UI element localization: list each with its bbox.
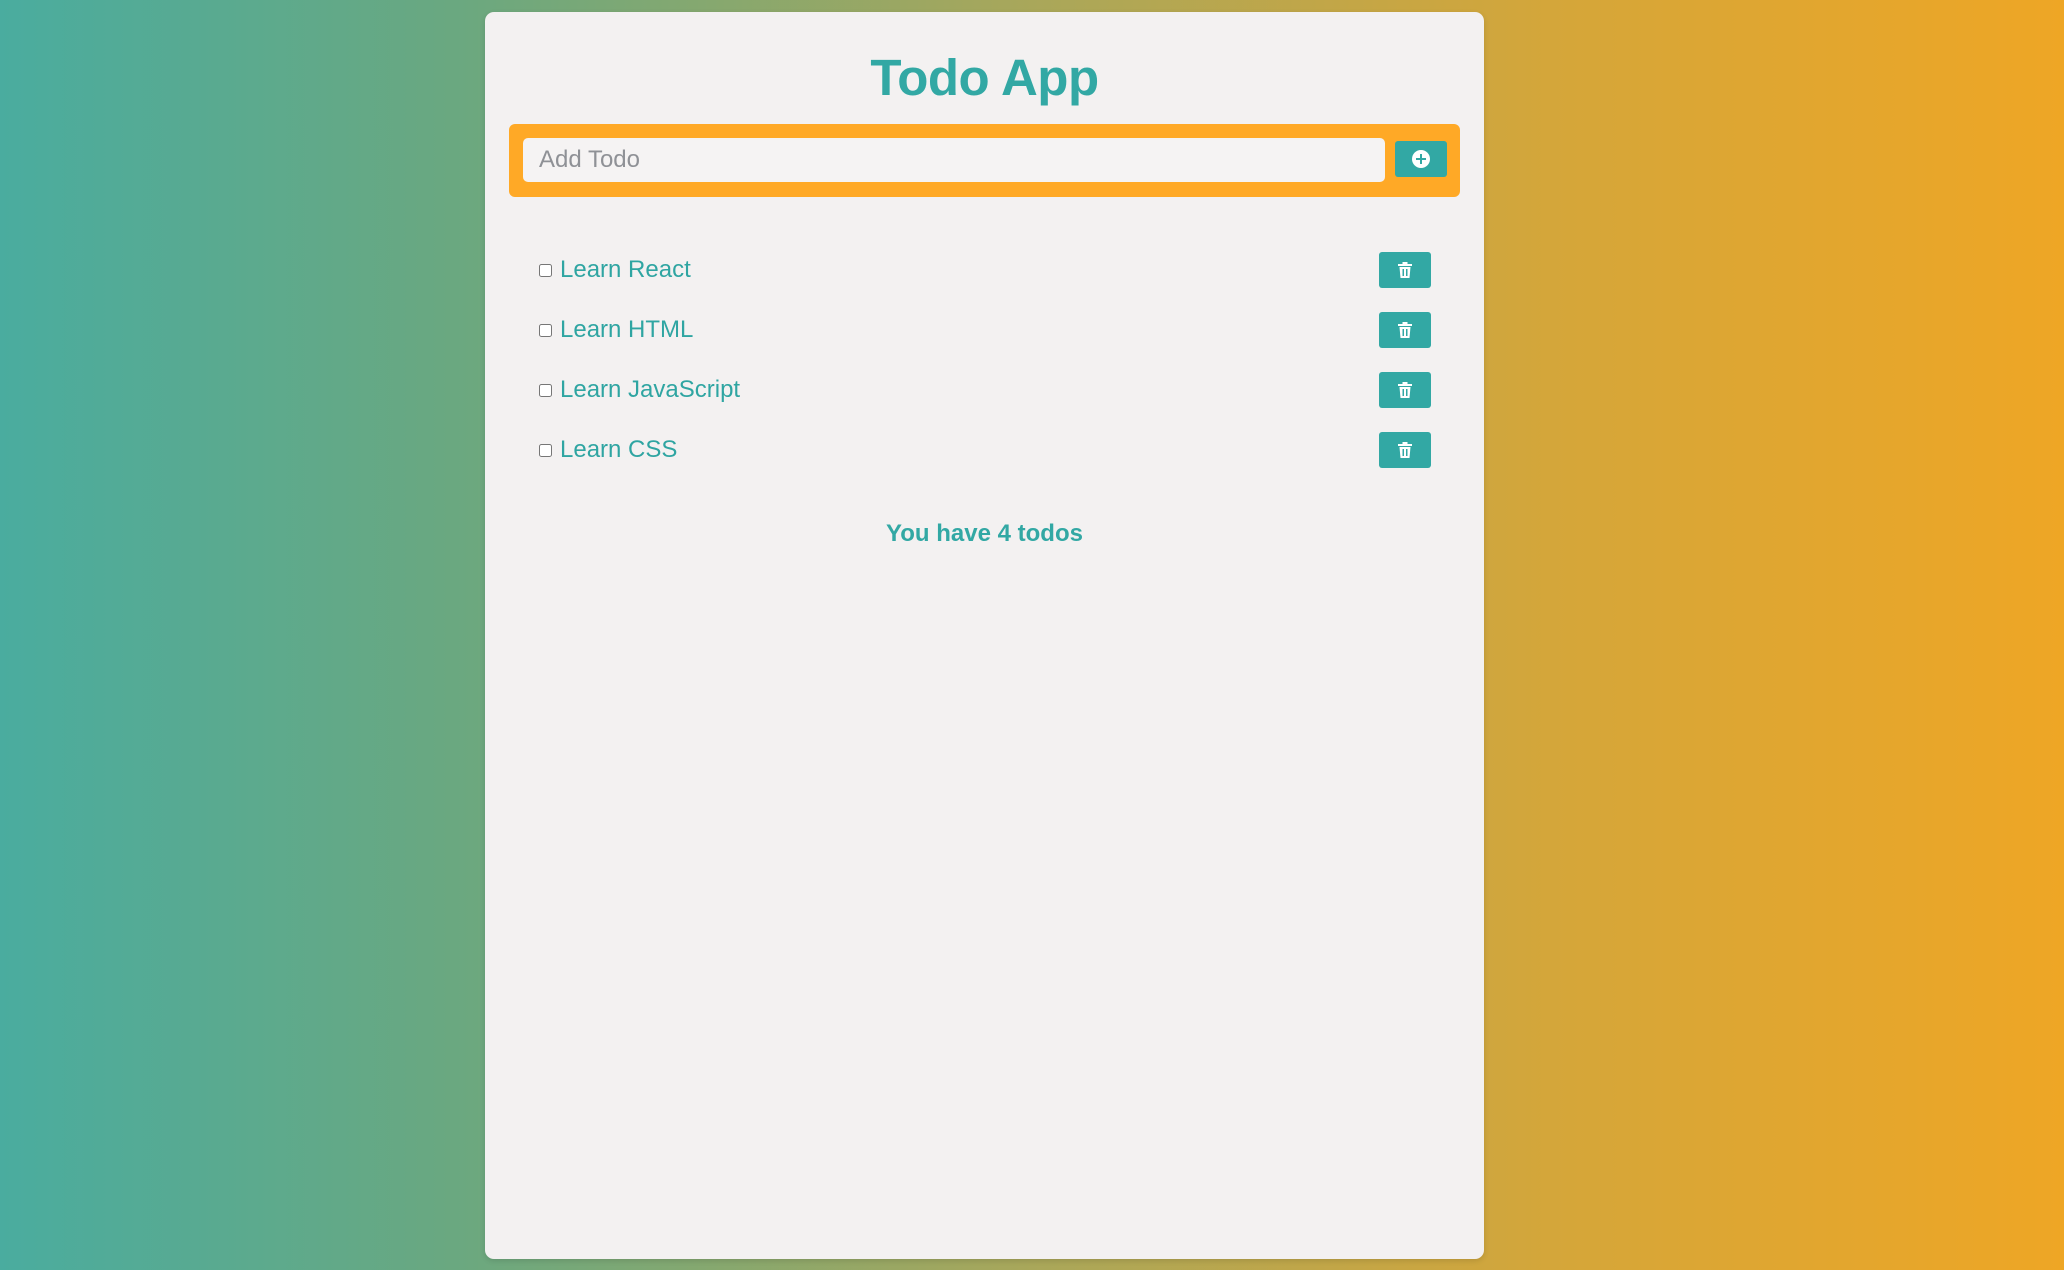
plus-circle-icon bbox=[1412, 150, 1430, 168]
todo-text: Learn React bbox=[560, 256, 691, 283]
todo-item: Learn JavaScript bbox=[539, 360, 1431, 420]
trash-icon bbox=[1398, 262, 1412, 278]
delete-todo-button[interactable] bbox=[1379, 372, 1431, 408]
todo-text: Learn HTML bbox=[560, 316, 694, 343]
todo-text: Learn CSS bbox=[560, 436, 678, 463]
delete-todo-button[interactable] bbox=[1379, 432, 1431, 468]
todo-checkbox[interactable] bbox=[539, 263, 552, 277]
delete-todo-button[interactable] bbox=[1379, 252, 1431, 288]
todo-item: Learn CSS bbox=[539, 420, 1431, 480]
delete-todo-button[interactable] bbox=[1379, 312, 1431, 348]
trash-icon bbox=[1398, 382, 1412, 398]
add-todo-input[interactable] bbox=[523, 138, 1385, 182]
todo-card: Todo App Learn React bbox=[485, 12, 1484, 1259]
todo-checkbox[interactable] bbox=[539, 443, 552, 457]
todo-checkbox[interactable] bbox=[539, 323, 552, 337]
todo-list: Learn React Learn HTML Learn JavaScript … bbox=[539, 240, 1431, 480]
add-todo-button[interactable] bbox=[1395, 141, 1447, 177]
page-title: Todo App bbox=[870, 49, 1099, 106]
add-todo-form bbox=[509, 124, 1460, 197]
trash-icon bbox=[1398, 442, 1412, 458]
todo-checkbox[interactable] bbox=[539, 383, 552, 397]
todo-item: Learn React bbox=[539, 240, 1431, 300]
todo-text: Learn JavaScript bbox=[560, 376, 741, 403]
trash-icon bbox=[1398, 322, 1412, 338]
todo-item: Learn HTML bbox=[539, 300, 1431, 360]
todo-count-text: You have 4 todos bbox=[886, 520, 1083, 547]
